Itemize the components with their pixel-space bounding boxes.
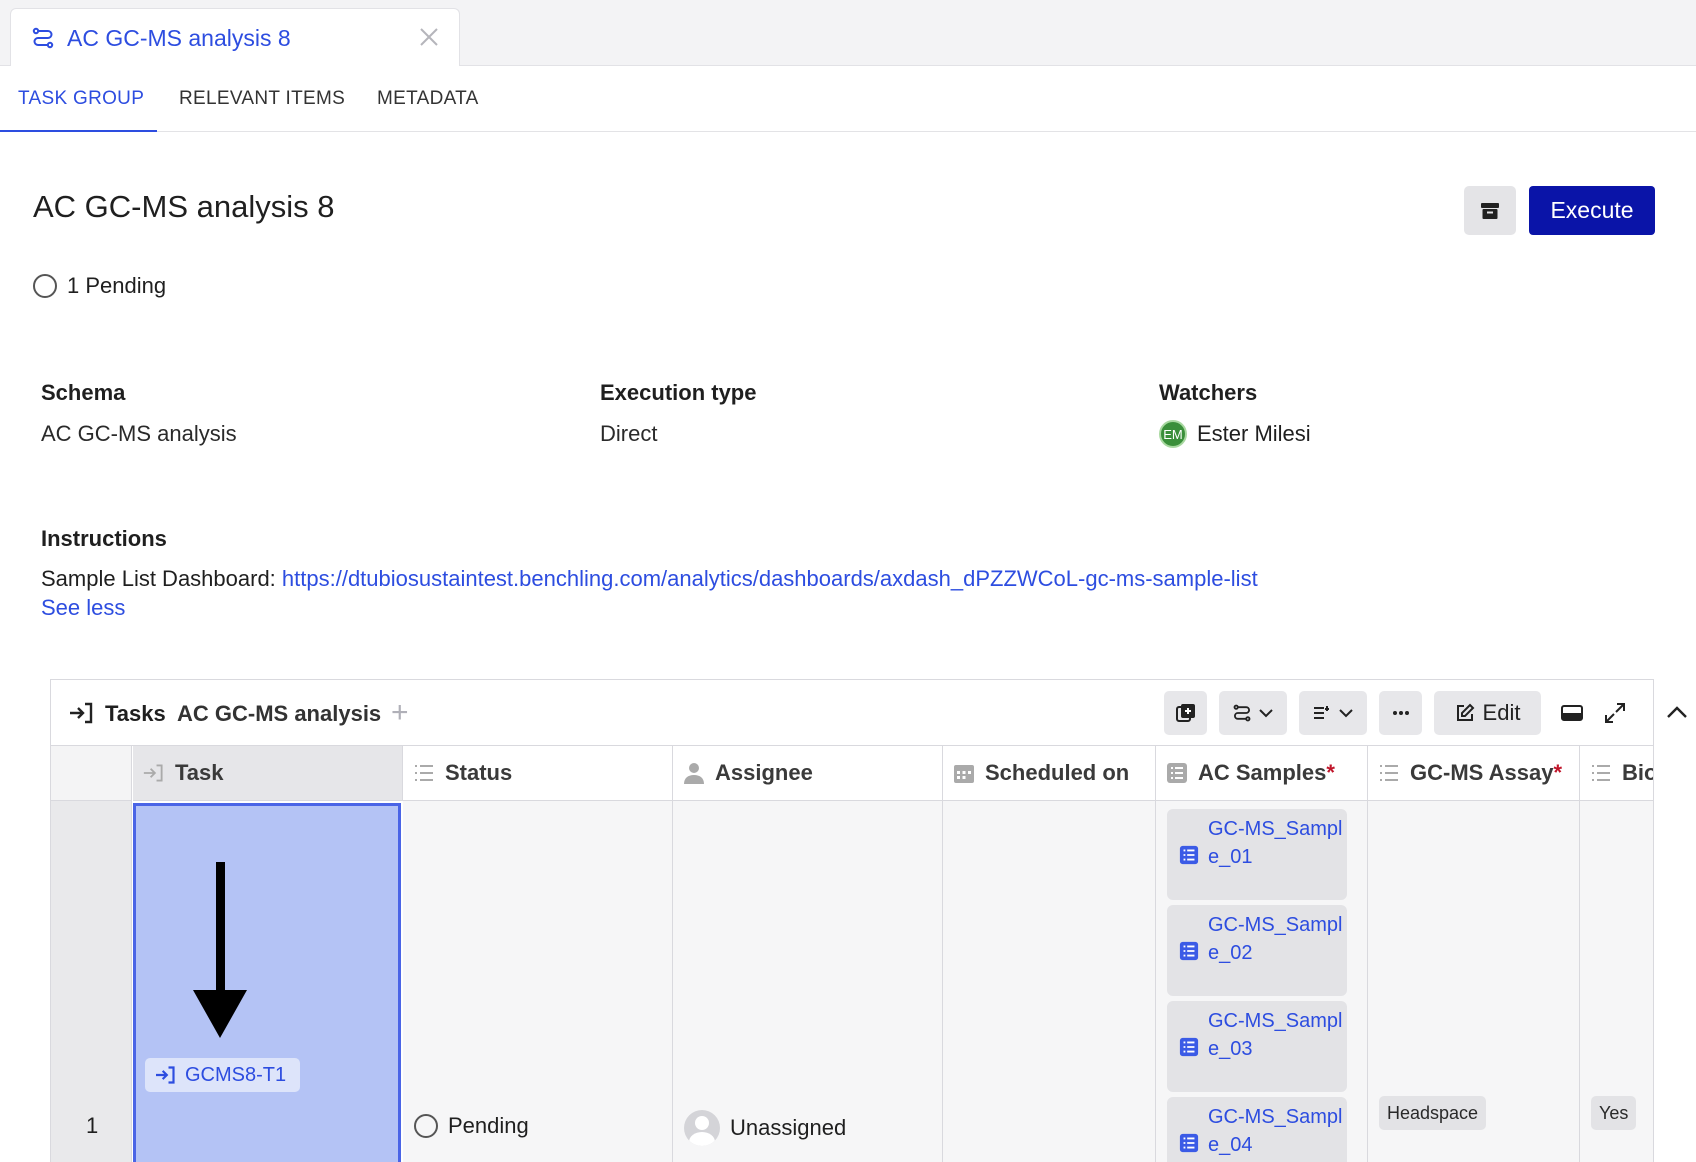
bio-tag: Yes: [1591, 1096, 1637, 1130]
edit-icon: [1456, 703, 1474, 721]
watcher[interactable]: EM Ester Milesi: [1159, 420, 1311, 448]
pending-count: 1 Pending: [67, 273, 167, 298]
pending-status-icon: [414, 1114, 438, 1138]
tab-metadata[interactable]: METADATA: [377, 88, 479, 110]
row-number-header: [51, 746, 132, 801]
tasks-grid: Task Status Assignee Scheduled on AC Sam…: [51, 746, 1653, 1162]
pending-summary: 1 Pending: [33, 273, 166, 299]
instructions-prefix: Sample List Dashboard:: [41, 566, 282, 591]
column-header-ac-samples[interactable]: AC Samples *: [1156, 746, 1368, 801]
archive-icon: [1481, 202, 1499, 219]
task-icon: [70, 702, 93, 724]
edit-button[interactable]: Edit: [1434, 691, 1541, 735]
annotation-arrow: [193, 862, 247, 1038]
instructions-label: Instructions: [41, 526, 167, 551]
gc-ms-assay-cell[interactable]: Headspace: [1368, 801, 1580, 1162]
column-header-assignee[interactable]: Assignee: [673, 746, 943, 801]
more-options-button[interactable]: [1379, 691, 1422, 735]
document-tab[interactable]: AC GC-MS analysis 8: [10, 8, 460, 67]
person-icon: [684, 763, 704, 784]
edit-label: Edit: [1482, 700, 1521, 725]
instructions-text: Sample List Dashboard: https://dtubiosus…: [41, 566, 1258, 592]
watchers-label: Watchers: [1159, 380, 1258, 405]
avatar: EM: [1159, 420, 1187, 448]
tasks-panel: Tasks AC GC-MS analysis + Edit Task Stat…: [50, 679, 1654, 1162]
entity-list-icon: [1179, 845, 1199, 865]
list-icon: [415, 765, 433, 781]
tasks-panel-header: Tasks AC GC-MS analysis + Edit: [51, 680, 1653, 746]
schema-value: AC GC-MS analysis: [41, 421, 237, 446]
active-tab-underline: [0, 130, 157, 132]
tasks-title: Tasks: [105, 701, 166, 726]
execute-button[interactable]: Execute: [1529, 186, 1655, 235]
tab-relevant-items[interactable]: RELEVANT ITEMS: [179, 88, 345, 110]
pending-status-icon: [33, 274, 57, 298]
tab-title: AC GC-MS analysis 8: [67, 24, 291, 51]
sample-link[interactable]: GC-MS_Sample_02: [1167, 905, 1347, 996]
status-value: Pending: [414, 1113, 529, 1139]
sort-dropdown-button[interactable]: [1299, 691, 1367, 735]
sample-link[interactable]: GC-MS_Sample_01: [1167, 809, 1347, 900]
column-header-bio[interactable]: Bio: [1580, 746, 1653, 801]
execution-type-label: Execution type: [600, 380, 757, 405]
entity-list-icon: [1179, 1133, 1199, 1153]
duplicate-button[interactable]: [1164, 691, 1207, 735]
chevron-down-icon: [1259, 709, 1273, 718]
ac-samples-cell[interactable]: GC-MS_Sample_01 GC-MS_Sample_02 GC-MS_Sa…: [1156, 801, 1368, 1162]
assignee-cell[interactable]: Unassigned: [673, 801, 943, 1162]
entity-list-icon: [1179, 941, 1199, 961]
scheduled-on-cell[interactable]: [943, 801, 1156, 1162]
dashboard-link[interactable]: https://dtubiosustaintest.benchling.com/…: [282, 566, 1258, 591]
column-header-gc-ms-assay[interactable]: GC-MS Assay *: [1368, 746, 1580, 801]
execution-type-value: Direct: [600, 421, 658, 446]
task-icon: [156, 1066, 175, 1084]
workflow-icon: [32, 27, 54, 49]
assignee-value: Unassigned: [684, 1110, 846, 1146]
close-icon[interactable]: [417, 25, 441, 49]
expand-icon[interactable]: [1602, 700, 1628, 726]
tasks-schema: AC GC-MS analysis: [177, 701, 382, 726]
bio-cell[interactable]: Yes: [1580, 801, 1653, 1162]
column-header-status[interactable]: Status: [403, 746, 673, 801]
panel-view-icon[interactable]: [1559, 700, 1585, 726]
task-cell-selected[interactable]: GCMS8-T1: [133, 803, 401, 1162]
chevron-down-icon: [1339, 709, 1353, 718]
page-title: AC GC-MS analysis 8: [33, 189, 335, 224]
add-column-icon[interactable]: +: [391, 696, 409, 730]
sample-link[interactable]: GC-MS_Sample_03: [1167, 1001, 1347, 1092]
sample-link[interactable]: GC-MS_Sample_04: [1167, 1097, 1347, 1162]
calendar-icon: [954, 765, 974, 783]
schema-label: Schema: [41, 380, 126, 405]
workflow-dropdown-button[interactable]: [1219, 691, 1287, 735]
entity-list-icon: [1167, 763, 1187, 783]
workflow-icon: [1233, 704, 1251, 722]
row-number[interactable]: 1: [51, 801, 132, 1162]
see-less-link[interactable]: See less: [41, 595, 125, 621]
assay-tag: Headspace: [1379, 1096, 1487, 1130]
archive-button[interactable]: [1464, 186, 1516, 235]
column-header-scheduled-on[interactable]: Scheduled on: [943, 746, 1156, 801]
list-icon: [1380, 765, 1398, 781]
watcher-name: Ester Milesi: [1197, 421, 1311, 446]
avatar: [684, 1110, 720, 1146]
tab-task-group[interactable]: TASK GROUP: [18, 88, 144, 110]
status-cell[interactable]: Pending: [403, 801, 673, 1162]
task-icon: [143, 764, 163, 782]
list-icon: [1592, 765, 1610, 781]
column-header-task[interactable]: Task: [133, 746, 403, 801]
tab-strip: AC GC-MS analysis 8: [0, 0, 1696, 67]
sort-icon: [1314, 706, 1329, 719]
duplicate-icon: [1175, 704, 1195, 722]
entity-list-icon: [1179, 1037, 1199, 1057]
section-nav: TASK GROUP RELEVANT ITEMS METADATA: [0, 66, 1696, 132]
more-icon: [1392, 711, 1409, 715]
chevron-up-icon[interactable]: [1664, 700, 1690, 726]
task-link[interactable]: GCMS8-T1: [145, 1058, 301, 1092]
